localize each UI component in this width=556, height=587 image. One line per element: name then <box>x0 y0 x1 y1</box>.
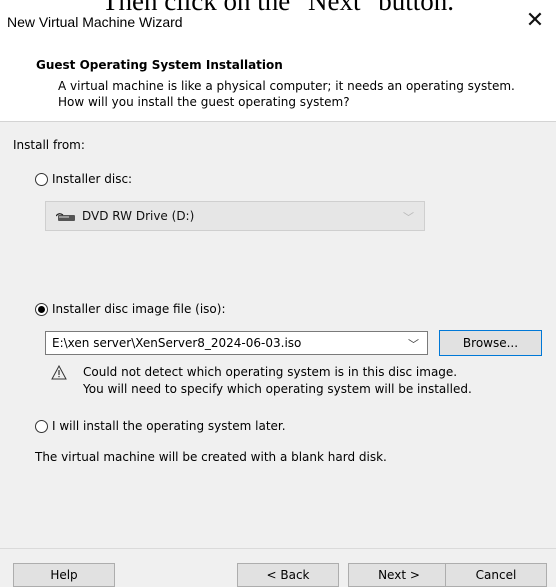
header-title: Guest Operating System Installation <box>36 58 283 72</box>
radio-label-installer-iso: Installer disc image file (iso): <box>52 302 226 316</box>
radio-install-later[interactable]: I will install the operating system late… <box>35 419 286 433</box>
warning-line-1: Could not detect which operating system … <box>83 365 458 379</box>
window-title: New Virtual Machine Wizard <box>7 14 183 30</box>
disc-drive-value: DVD RW Drive (D:) <box>82 209 195 223</box>
radio-installer-iso[interactable]: Installer disc image file (iso): <box>35 302 225 316</box>
wizard-footer: Help < Back Next > Cancel <box>0 548 556 587</box>
radio-button[interactable] <box>35 419 48 433</box>
radio-installer-disc[interactable]: Installer disc: <box>35 172 132 186</box>
dvd-drive-icon <box>56 213 75 221</box>
chevron-down-icon[interactable]: ﹀ <box>408 336 419 352</box>
disc-drive-select: DVD RW Drive (D:) ﹀ <box>45 201 425 231</box>
warning-line-2: You will need to specify which operating… <box>83 382 472 396</box>
radio-label-installer-disc: Installer disc: <box>52 172 133 186</box>
cancel-button[interactable]: Cancel <box>445 563 547 587</box>
browse-button[interactable]: Browse... <box>439 330 542 356</box>
install-later-description: The virtual machine will be created with… <box>35 450 387 464</box>
iso-path-value: E:\xen server\XenServer8_2024-06-03.iso <box>52 336 302 350</box>
install-from-label: Install from: <box>13 138 85 152</box>
next-button[interactable]: Next > <box>348 563 450 587</box>
back-button[interactable]: < Back <box>237 563 339 587</box>
chevron-down-icon: ﹀ <box>403 211 414 224</box>
wizard-header: Guest Operating System Installation A vi… <box>0 44 556 122</box>
radio-button[interactable] <box>35 302 48 316</box>
warning-icon <box>51 365 67 380</box>
warning-text: Could not detect which operating system … <box>83 364 543 398</box>
iso-path-combobox[interactable]: E:\xen server\XenServer8_2024-06-03.iso … <box>45 331 428 355</box>
help-button[interactable]: Help <box>13 563 115 587</box>
radio-button[interactable] <box>35 172 48 186</box>
radio-label-install-later: I will install the operating system late… <box>52 419 286 433</box>
header-description: A virtual machine is like a physical com… <box>58 79 515 109</box>
instruction-caption: Then click on the "Next" button. <box>8 0 548 14</box>
wizard-body: Install from: Installer disc: DVD RW Dri… <box>0 122 556 548</box>
